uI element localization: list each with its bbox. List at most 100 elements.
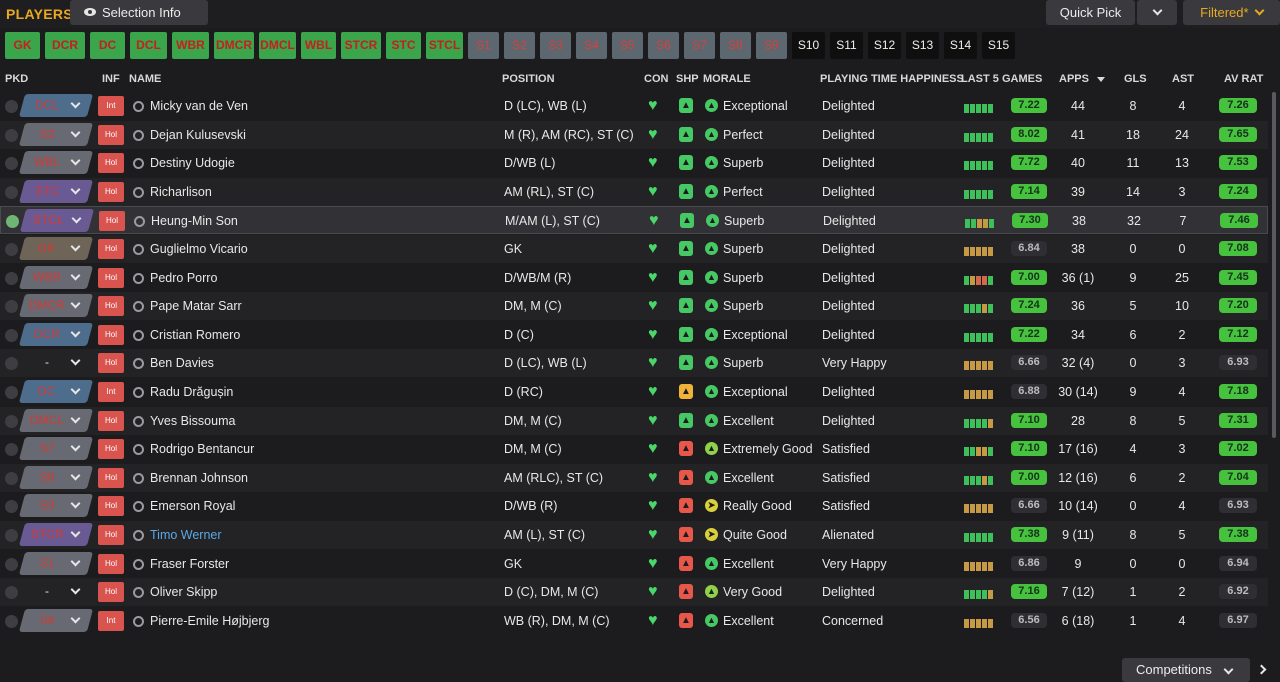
position-tile[interactable]: S11 (830, 32, 863, 59)
player-row[interactable]: S8 Hol Brennan Johnson AM (RLC), ST (C) ♥ ▲ ▲ E… (0, 463, 1268, 492)
pick-checkbox[interactable] (5, 185, 18, 199)
col-con[interactable]: CON (644, 73, 668, 85)
col-apps[interactable]: APPS (1059, 73, 1105, 85)
player-row[interactable]: WBR Hol Pedro Porro D/WB/M (R) ♥ ▲ ▲ Superb Deli… (0, 264, 1268, 292)
position-selector[interactable]: WBL (18, 151, 94, 175)
player-name[interactable]: Cristian Romero (150, 328, 240, 342)
position-tile[interactable]: DMCL (259, 32, 296, 59)
col-avrat[interactable]: AV RAT (1224, 73, 1263, 85)
position-selector[interactable]: S3 (18, 494, 94, 518)
pick-checkbox[interactable] (5, 243, 18, 256)
player-name[interactable]: Rodrigo Bentancur (150, 442, 254, 456)
position-tile[interactable]: S8 (720, 32, 751, 59)
position-tile[interactable]: S6 (648, 32, 679, 59)
col-playing-time[interactable]: PLAYING TIME HAPPINESS (820, 73, 964, 85)
position-tile[interactable]: S4 (576, 32, 607, 59)
player-row[interactable]: S7 Hol Rodrigo Bentancur DM, M (C) ♥ ▲ ▲ Extrem… (0, 435, 1268, 463)
pick-checkbox[interactable] (5, 500, 18, 514)
pick-checkbox[interactable] (5, 100, 18, 113)
position-tile[interactable]: S7 (684, 32, 715, 59)
pick-checkbox[interactable] (5, 529, 18, 542)
quick-pick-button[interactable]: Quick Pick (1046, 0, 1135, 25)
pick-checkbox[interactable] (5, 471, 18, 485)
position-tile[interactable]: DCR (45, 32, 85, 59)
player-row[interactable]: S3 Hol Emerson Royal D/WB (R) ♥ ▲ ➤ Really Good… (0, 492, 1268, 520)
player-name[interactable]: Richarlison (150, 185, 212, 199)
player-row[interactable]: GK Hol Guglielmo Vicario GK ♥ ▲ ▲ Superb Delight… (0, 235, 1268, 263)
selection-info-button[interactable]: Selection Info (70, 0, 208, 25)
position-tile[interactable]: DMCR (214, 32, 254, 59)
col-inf[interactable]: INF (102, 73, 120, 85)
player-row[interactable]: S6 Int Pierre-Emile Højbjerg WB (R), DM, M … (0, 607, 1268, 635)
position-tile[interactable]: S10 (792, 32, 825, 59)
player-row[interactable]: DCL Int Micky van de Ven D (LC), WB (L) ♥ ▲ ▲ E… (0, 92, 1268, 120)
position-tile[interactable]: S5 (612, 32, 643, 59)
position-tile[interactable]: S12 (868, 32, 901, 59)
player-row[interactable]: STCL Hol Heung-Min Son M/AM (L), ST (C) ♥ ▲ ▲ S… (0, 206, 1268, 235)
pick-checkbox[interactable] (5, 414, 18, 428)
player-name[interactable]: Dejan Kulusevski (150, 128, 246, 142)
player-row[interactable]: S2 Hol Dejan Kulusevski M (R), AM (RC), ST … (0, 120, 1268, 149)
position-selector[interactable]: S2 (18, 122, 94, 146)
position-tile[interactable]: WBR (172, 32, 209, 59)
pick-checkbox[interactable] (5, 357, 18, 371)
player-name[interactable]: Radu Drăgușin (150, 385, 233, 399)
position-selector[interactable]: DCR (18, 322, 94, 346)
player-name[interactable]: Pierre-Emile Højbjerg (150, 614, 269, 628)
col-last5[interactable]: LAST 5 GAMES (961, 73, 1042, 85)
position-tile[interactable]: GK (5, 32, 40, 59)
position-tile[interactable]: DCL (130, 32, 167, 59)
player-name[interactable]: Brennan Johnson (150, 471, 248, 485)
player-row[interactable]: STCR Hol Timo Werner AM (L), ST (C) ♥ ▲ ➤ Quite… (0, 521, 1268, 549)
pick-checkbox[interactable] (5, 271, 18, 285)
player-name[interactable]: Pedro Porro (150, 271, 217, 285)
player-row[interactable]: WBL Hol Destiny Udogie D/WB (L) ♥ ▲ ▲ Superb Del… (0, 149, 1268, 177)
player-row[interactable]: S1 Hol Fraser Forster GK ♥ ▲ ▲ Excellent Very Ha… (0, 550, 1268, 578)
position-selector[interactable]: DCL (18, 94, 94, 117)
player-row[interactable]: DC Int Radu Drăgușin D (RC) ♥ ▲ ▲ Exceptional De… (0, 378, 1268, 406)
col-position[interactable]: POSITION (502, 73, 555, 85)
pick-checkbox[interactable] (5, 386, 18, 399)
position-selector[interactable]: S7 (18, 437, 94, 461)
position-tile[interactable]: S2 (504, 32, 535, 59)
player-row[interactable]: DMCL Hol Yves Bissouma DM, M (C) ♥ ▲ ▲ Excellen… (0, 406, 1268, 435)
position-tile[interactable]: S13 (906, 32, 939, 59)
position-selector[interactable]: STC (18, 179, 94, 203)
player-name[interactable]: Guglielmo Vicario (150, 242, 248, 256)
player-name[interactable]: Yves Bissouma (150, 414, 235, 428)
col-gls[interactable]: GLS (1124, 73, 1147, 85)
position-selector[interactable]: STCL (19, 209, 95, 233)
player-name[interactable]: Destiny Udogie (150, 156, 235, 170)
pick-checkbox[interactable] (5, 614, 18, 628)
position-selector[interactable]: DMCR (18, 294, 94, 318)
position-selector[interactable]: DC (18, 380, 94, 403)
scrollbar[interactable] (1272, 92, 1276, 438)
player-row[interactable]: STC Hol Richarlison AM (RL), ST (C) ♥ ▲ ▲ Perfe… (0, 177, 1268, 206)
position-selector[interactable]: S1 (18, 551, 94, 575)
col-morale[interactable]: MORALE (703, 73, 751, 85)
position-selector[interactable]: S6 (18, 608, 94, 632)
position-tile[interactable]: S1 (468, 32, 499, 59)
player-name[interactable]: Oliver Skipp (150, 585, 217, 599)
position-tile[interactable]: S14 (944, 32, 977, 59)
pick-checkbox[interactable] (5, 328, 18, 342)
col-pkd[interactable]: PKD (5, 73, 28, 85)
position-tile[interactable]: S15 (982, 32, 1015, 59)
pick-checkbox[interactable] (5, 128, 18, 142)
player-row[interactable]: - Hol Ben Davies D (LC), WB (L) ♥ ▲ ▲ Superb Ver… (0, 349, 1268, 378)
position-selector[interactable]: DMCL (18, 408, 94, 432)
player-row[interactable]: - Hol Oliver Skipp D (C), DM, M (C) ♥ ▲ ▲ Very … (0, 578, 1268, 607)
position-tile[interactable]: STCR (341, 32, 381, 59)
pick-checkbox[interactable] (5, 157, 18, 171)
position-tile[interactable]: S9 (756, 32, 787, 59)
player-name[interactable]: Ben Davies (150, 356, 214, 370)
player-name[interactable]: Timo Werner (150, 528, 222, 542)
col-name[interactable]: NAME (129, 73, 161, 85)
position-selector[interactable]: - (19, 351, 93, 374)
pick-checkbox[interactable] (5, 300, 18, 314)
position-tile[interactable]: WBL (301, 32, 336, 59)
position-selector[interactable]: S8 (18, 465, 94, 489)
position-selector[interactable]: GK (18, 237, 94, 260)
pick-checkbox[interactable] (5, 443, 18, 457)
col-shp[interactable]: SHP (676, 73, 699, 85)
